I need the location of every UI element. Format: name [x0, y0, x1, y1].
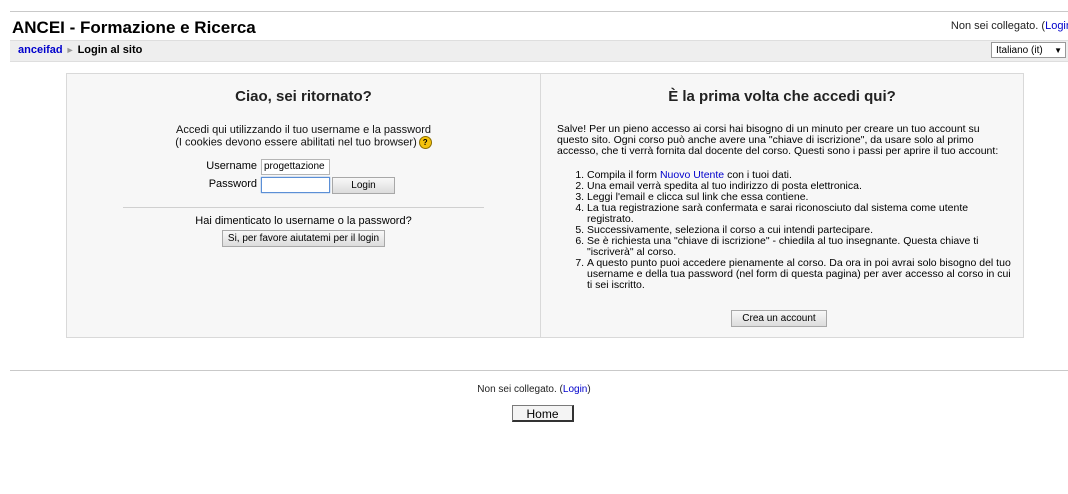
chevron-down-icon: ▼: [1054, 46, 1062, 55]
top-divider: [10, 11, 1068, 12]
language-select[interactable]: Italiano (it) ▼: [991, 42, 1066, 58]
navbar: anceifad ► Login al sito Italiano (it) ▼: [10, 40, 1068, 62]
login-desc-line2: (I cookies devono essere abilitati nel t…: [175, 136, 417, 149]
username-input[interactable]: progettazione: [261, 159, 330, 175]
signup-step: Se è richiesta una "chiave di iscrizione…: [587, 236, 1011, 258]
footer-divider: [10, 370, 1068, 371]
login-description: Accedi qui utilizzando il tuo username e…: [67, 124, 540, 149]
footer-status-text: Non sei collegato. (: [477, 384, 563, 395]
breadcrumb: anceifad ► Login al sito: [18, 44, 142, 56]
home-button[interactable]: Home: [512, 405, 574, 422]
help-icon[interactable]: ?: [418, 136, 432, 149]
password-input[interactable]: [261, 177, 330, 193]
forgot-section: Hai dimenticato lo username o la passwor…: [67, 215, 540, 247]
footer-login-link[interactable]: Login: [563, 384, 587, 395]
username-label: Username: [206, 160, 257, 172]
signup-step: La tua registrazione sarà confermata e s…: [587, 203, 1011, 225]
footer-login-status: Non sei collegato. (Login): [0, 384, 1068, 395]
signup-intro: Salve! Per un pieno accesso ai corsi hai…: [557, 123, 999, 157]
login-panel: Ciao, sei ritornato? Accedi qui utilizza…: [67, 74, 541, 337]
breadcrumb-separator-icon: ►: [65, 45, 75, 55]
create-account-button[interactable]: Crea un account: [731, 310, 827, 327]
signup-steps: Compila il form Nuovo Utente con i tuoi …: [557, 170, 1011, 291]
username-row: Username progettazione: [67, 159, 541, 177]
footer-status-suffix: ): [587, 384, 591, 395]
password-row: Password Login: [67, 177, 541, 195]
login-button[interactable]: Login: [332, 177, 395, 194]
breadcrumb-current: Login al sito: [77, 44, 143, 56]
forgot-password-button[interactable]: Si, per favore aiutatemi per il login: [221, 230, 386, 247]
signup-step: A questo punto puoi accedere pienamente …: [587, 258, 1011, 291]
forgot-text: Hai dimenticato lo username o la passwor…: [195, 215, 412, 227]
breadcrumb-home-link[interactable]: anceifad: [18, 44, 63, 56]
login-desc-line1: Accedi qui utilizzando il tuo username e…: [176, 124, 431, 136]
signup-panel-title: È la prima volta che accedi qui?: [668, 88, 896, 105]
site-title: ANCEI - Formazione e Ricerca: [12, 18, 256, 37]
login-status: Non sei collegato. (Login: [951, 20, 1068, 32]
login-status-text: Non sei collegato. (: [950, 20, 1046, 32]
login-panel-title: Ciao, sei ritornato?: [235, 88, 372, 105]
password-label: Password: [208, 178, 257, 190]
login-box: Ciao, sei ritornato? Accedi qui utilizza…: [66, 73, 1024, 338]
language-select-value: Italiano (it): [996, 45, 1043, 56]
signup-panel: È la prima volta che accedi qui? Salve! …: [541, 74, 1023, 337]
login-divider: [123, 207, 484, 208]
header-login-link[interactable]: Login: [1045, 20, 1068, 32]
